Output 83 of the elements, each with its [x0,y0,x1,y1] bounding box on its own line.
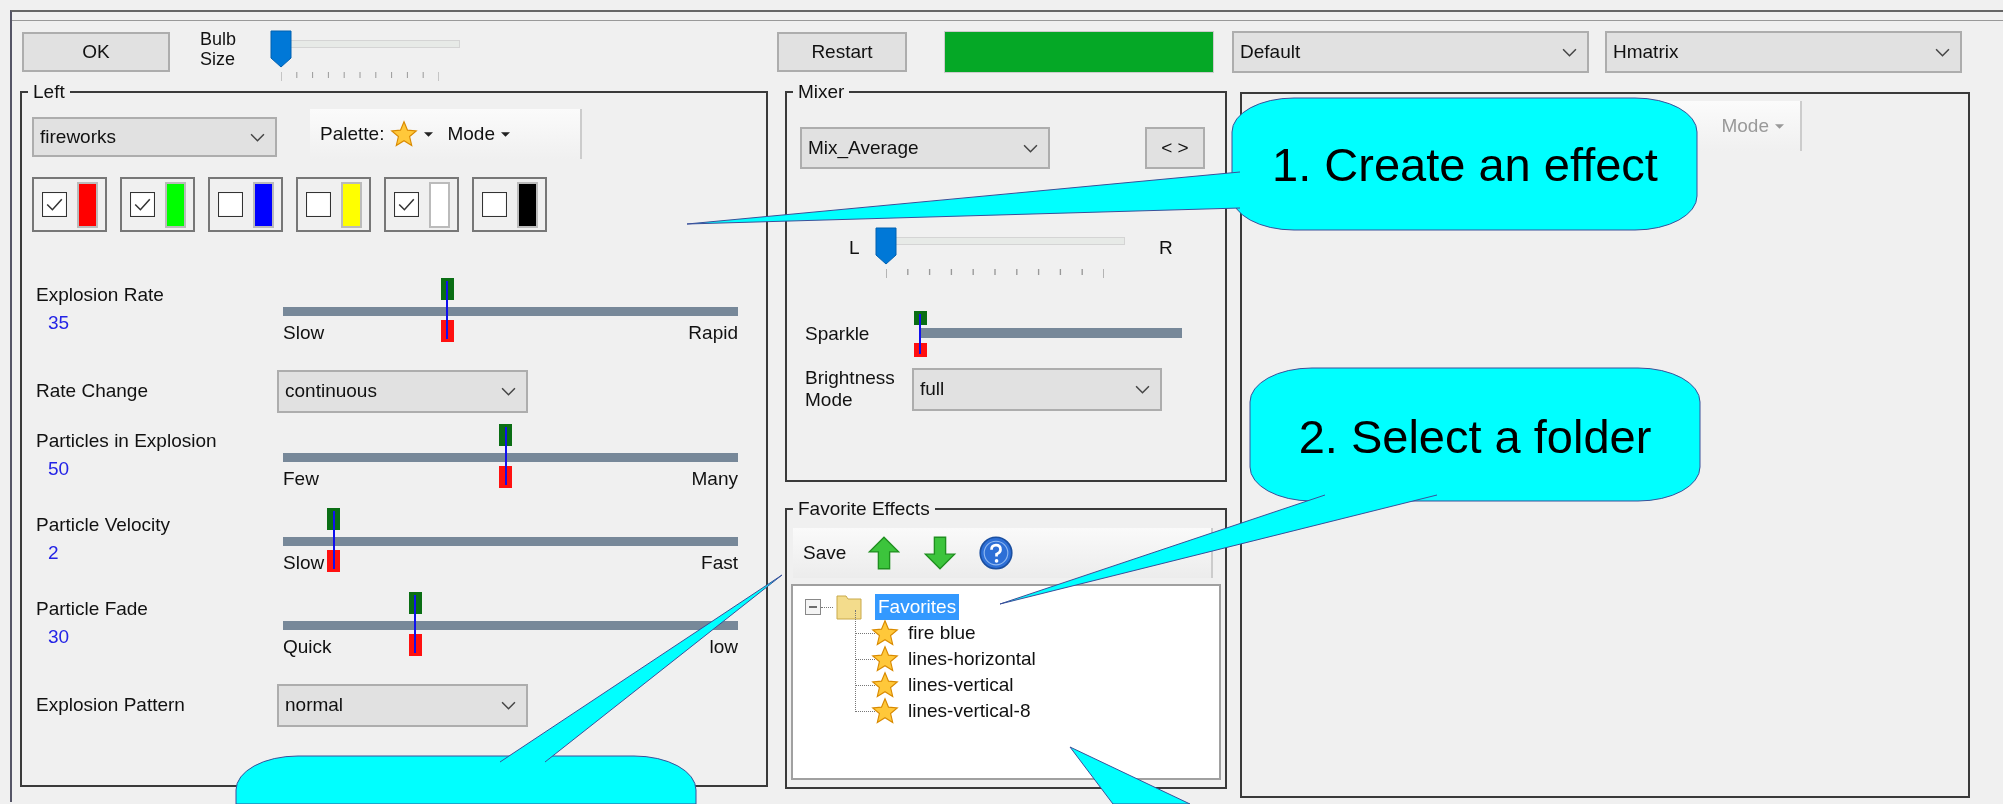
color-option[interactable] [384,177,459,232]
slider-thumb[interactable] [270,30,292,68]
slider-max-label: low [709,636,738,658]
checkbox[interactable] [394,192,419,217]
color-option[interactable] [208,177,283,232]
setting-value: 50 [47,458,71,480]
balance-right-label: R [1159,237,1173,259]
collapse-icon[interactable] [805,599,821,615]
tree-item[interactable]: lines-vertical [905,672,1017,698]
tree-item[interactable]: lines-horizontal [905,646,1039,672]
balance-left-label: L [849,237,861,259]
chevron-down-icon [1023,143,1038,153]
palette-button[interactable]: Palette: [320,120,434,148]
tree-item[interactable]: fire blue [905,620,979,646]
chevron-down-icon [501,700,516,710]
setting-label: Explosion Rate [36,284,165,306]
slider-max-label: Fast [701,552,738,574]
star-icon [871,645,899,673]
slider-thumb[interactable] [446,281,449,339]
checkbox[interactable] [482,192,507,217]
restart-button[interactable]: Restart [777,32,907,72]
checkbox[interactable] [42,192,67,217]
setting-dropdown[interactable]: continuous [277,369,528,413]
arrow-down-icon[interactable] [922,535,959,571]
tree-item[interactable]: lines-vertical-8 [905,698,1034,724]
setting-label: Particle Fade [36,598,149,620]
slider-max-label: Many [691,468,738,490]
star-icon [871,671,899,699]
effect-dropdown[interactable]: fireworks [32,117,277,157]
swap-button[interactable]: < > [1145,127,1205,169]
folder-icon [835,592,865,622]
setting-dropdown[interactable]: normal [277,683,528,727]
setting-label: Explosion Pattern [36,694,186,716]
slider-thumb[interactable] [332,511,335,569]
color-option[interactable] [472,177,547,232]
panel-title: Left [32,81,66,103]
callout-text: 2. Select a folder [1298,410,1652,463]
panel-title: Mixer [797,81,846,103]
setting-value: 35 [47,312,71,334]
callout-text: 1. Create an effect [1272,138,1658,191]
chevron-down-icon [1562,47,1577,57]
matrix-dropdown[interactable]: Hmatrix [1605,31,1962,73]
caret-icon [500,131,510,137]
slider-min-label: Slow [283,322,325,344]
chevron-down-icon [1135,384,1150,394]
setting-value: 2 [47,542,60,564]
star-icon [871,619,899,647]
caret-icon [1775,123,1784,129]
help-icon[interactable] [978,535,1015,571]
setting-label: Particle Velocity [36,514,172,536]
chevron-down-icon [501,386,516,396]
slider-min-label: Slow [283,552,325,574]
setting-label: Brightness Mode [804,367,896,411]
setting-label: Rate Change [36,380,149,402]
checkbox[interactable] [218,192,243,217]
setting-label: Particles in Explosion [36,430,218,452]
slider-thumb[interactable] [414,595,417,653]
slider-min-label: Quick [283,636,332,658]
color-option[interactable] [296,177,371,232]
preset-dropdown[interactable]: Default [1232,31,1589,73]
panel-title: Favorite Effects [797,498,931,520]
star-icon [871,697,899,725]
setting-label: Sparkle [804,323,871,345]
mix-dropdown[interactable]: Mix_Average [800,127,1050,169]
star-icon [390,120,419,148]
caret-icon [424,131,434,137]
chevron-down-icon [1935,47,1950,57]
slider-thumb[interactable] [504,427,507,485]
checkbox[interactable] [130,192,155,217]
slider-max-label: Rapid [688,322,738,344]
color-option[interactable] [32,177,107,232]
arrow-up-icon[interactable] [866,535,903,571]
slider-thumb[interactable] [875,227,897,265]
chevron-down-icon [250,132,265,142]
color-option[interactable] [120,177,195,232]
ok-button[interactable]: OK [22,32,170,72]
save-button[interactable]: Save [803,542,847,564]
setting-value: 30 [47,626,71,648]
slider-min-label: Few [283,468,319,490]
brightness-dropdown[interactable]: full [912,367,1162,411]
mode-button[interactable]: Mode [447,123,510,145]
bulb-size-label: Bulb Size [200,29,238,69]
checkbox[interactable] [306,192,331,217]
